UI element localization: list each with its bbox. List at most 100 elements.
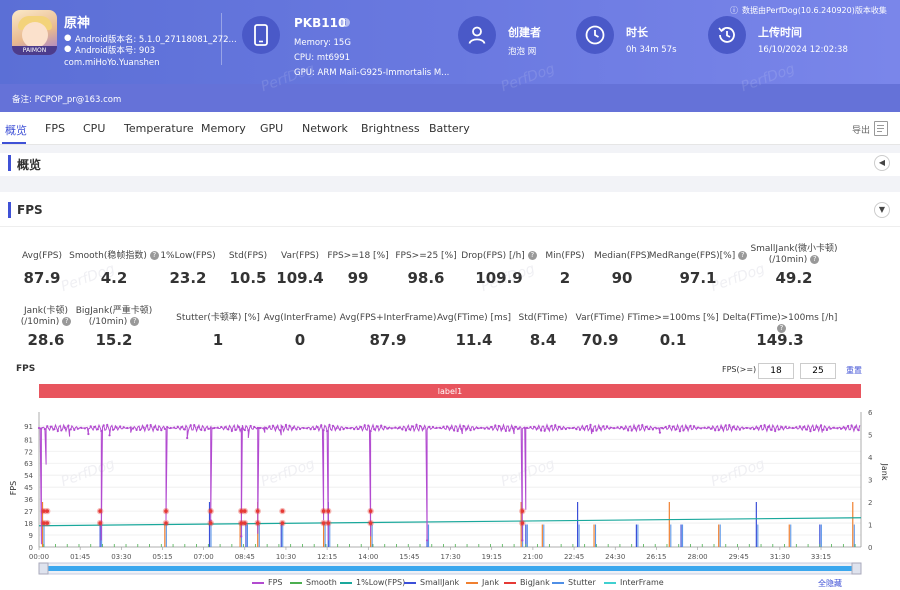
stat-value: 0.1 bbox=[659, 331, 687, 349]
fps-point bbox=[843, 426, 846, 429]
device-model: PKB110 bbox=[294, 16, 347, 30]
fps-point bbox=[759, 424, 763, 427]
legend-swatch bbox=[604, 581, 616, 584]
android-icon: ● bbox=[64, 33, 72, 43]
legend-item[interactable]: Stutter bbox=[552, 578, 596, 587]
fps-point bbox=[425, 539, 429, 542]
fps-point bbox=[408, 428, 411, 431]
fps-point bbox=[220, 425, 223, 429]
fps-point bbox=[791, 426, 794, 430]
tab-brightness[interactable]: Brightness bbox=[361, 122, 420, 135]
app-name: 原神 bbox=[64, 16, 91, 31]
legend-label: Jank bbox=[482, 578, 499, 587]
legend-swatch bbox=[504, 581, 516, 584]
fps-point bbox=[139, 428, 142, 431]
fps-point bbox=[207, 427, 210, 430]
fps-point bbox=[237, 425, 241, 429]
fps-point bbox=[189, 424, 192, 427]
help-icon[interactable]: ? bbox=[810, 255, 820, 264]
tab-temperature[interactable]: Temperature bbox=[124, 122, 194, 135]
fps-point bbox=[623, 427, 626, 430]
stat-value: 0 bbox=[294, 331, 306, 349]
reset-button[interactable]: 重置 bbox=[846, 365, 862, 376]
fps-point bbox=[749, 427, 752, 430]
fps-point bbox=[87, 432, 90, 436]
fps-point bbox=[353, 428, 356, 431]
fps-point bbox=[60, 429, 63, 432]
fps-point bbox=[249, 424, 252, 428]
tab-fps[interactable]: FPS bbox=[45, 122, 65, 135]
device-gpu: GPU: ARM Mali-G925-Immortalis M... bbox=[294, 68, 450, 78]
chart-title: FPS bbox=[16, 364, 36, 374]
fps-chart[interactable]: label1 091827364554637281910123456 00:00… bbox=[0, 380, 900, 590]
x-tick-label: 12:15 bbox=[317, 553, 337, 561]
tab-memory[interactable]: Memory bbox=[201, 122, 246, 135]
collapse-toggle-icon[interactable]: ◀ bbox=[874, 155, 890, 171]
x-tick-label: 28:00 bbox=[687, 553, 707, 561]
bigjank-marker bbox=[208, 521, 213, 525]
fps-point bbox=[668, 424, 671, 427]
fps-point bbox=[200, 428, 203, 431]
fps-point bbox=[196, 426, 199, 429]
fps-point bbox=[160, 429, 163, 432]
tab-battery[interactable]: Battery bbox=[429, 122, 470, 135]
fps-point bbox=[298, 427, 302, 431]
y2-tick-label: 0 bbox=[868, 544, 872, 552]
info-icon[interactable]: i bbox=[341, 18, 350, 27]
tab-gpu[interactable]: GPU bbox=[260, 122, 283, 135]
fps-point bbox=[69, 428, 72, 431]
fps-point bbox=[836, 427, 839, 430]
legend-item[interactable]: InterFrame bbox=[604, 578, 664, 587]
fps-point bbox=[331, 424, 335, 427]
tab-network[interactable]: Network bbox=[302, 122, 348, 135]
fps-point bbox=[320, 424, 323, 427]
help-icon[interactable]: ? bbox=[130, 317, 140, 326]
collapse-toggle-icon[interactable]: ▼ bbox=[874, 202, 890, 218]
fps-point bbox=[363, 424, 366, 427]
fps-point bbox=[685, 426, 689, 429]
tab-overview[interactable]: 概览 bbox=[5, 122, 27, 138]
fps-threshold-1-input[interactable] bbox=[758, 363, 794, 379]
fps-point bbox=[438, 426, 442, 429]
time-range-selection[interactable] bbox=[44, 566, 856, 571]
legend-item[interactable]: FPS bbox=[252, 578, 283, 587]
y2-tick-label: 2 bbox=[868, 499, 872, 507]
fps-point bbox=[648, 427, 651, 431]
x-tick-label: 05:15 bbox=[152, 553, 172, 561]
fps-point bbox=[387, 427, 390, 430]
tab-cpu[interactable]: CPU bbox=[83, 122, 105, 135]
legend-item[interactable]: 1%Low(FPS) bbox=[340, 578, 405, 587]
export-button[interactable]: 导出 bbox=[852, 123, 870, 136]
range-handle-right[interactable] bbox=[851, 562, 862, 575]
fps-point bbox=[589, 423, 592, 426]
export-icon[interactable] bbox=[874, 121, 888, 136]
fps-point bbox=[637, 424, 640, 427]
fps-point bbox=[689, 424, 692, 427]
fps-point bbox=[380, 424, 383, 427]
fps-point bbox=[742, 427, 745, 430]
legend-item[interactable]: Smooth bbox=[290, 578, 337, 587]
legend-swatch bbox=[252, 581, 264, 584]
legend-item[interactable]: BigJank bbox=[504, 578, 550, 587]
fps-point bbox=[288, 424, 291, 427]
fps-point bbox=[568, 427, 571, 430]
fps-point bbox=[102, 424, 105, 427]
fps-point bbox=[281, 425, 284, 429]
fps-point bbox=[258, 426, 262, 430]
hide-all-button[interactable]: 全隐藏 bbox=[818, 578, 842, 589]
fps-point bbox=[335, 427, 338, 430]
fps-point bbox=[146, 424, 149, 427]
legend-item[interactable]: SmallJank bbox=[404, 578, 459, 587]
fps-point bbox=[316, 426, 319, 429]
fps-point bbox=[591, 429, 594, 433]
bigjank-marker bbox=[520, 509, 525, 513]
legend-item[interactable]: Jank bbox=[466, 578, 499, 587]
fps-point bbox=[149, 423, 152, 427]
fps-point bbox=[832, 426, 836, 429]
fps-point bbox=[620, 426, 623, 429]
fps-threshold-2-input[interactable] bbox=[800, 363, 836, 379]
x-tick-label: 17:30 bbox=[440, 553, 460, 561]
fps-point bbox=[525, 426, 529, 430]
fps-point bbox=[655, 427, 658, 430]
range-handle-left[interactable] bbox=[38, 562, 49, 575]
